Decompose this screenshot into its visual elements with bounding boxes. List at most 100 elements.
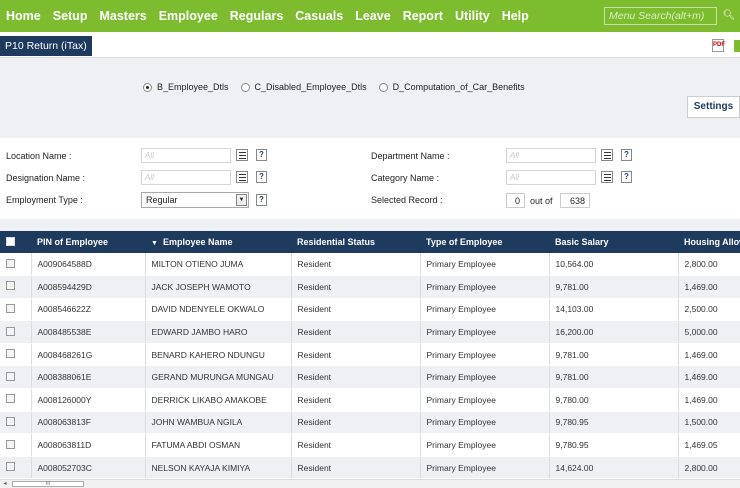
pdf-icon[interactable]: PDF [712,39,725,52]
radio-unselected-icon[interactable] [378,82,388,92]
employment-type-select[interactable]: Regular ▼ [141,192,249,208]
department-list-icon[interactable] [601,149,613,161]
row-checkbox-cell[interactable] [0,456,32,479]
table-row[interactable]: A008546622Z DAVID NDENYELE OKWALO Reside… [0,298,740,322]
cell-residential-status: Resident [291,343,421,367]
cell-basic-salary: 16,200.00 [549,320,679,344]
radio-selected-icon[interactable] [143,82,152,92]
row-checkbox-cell[interactable] [0,298,32,322]
nav-setup[interactable]: Setup [47,0,94,32]
sort-desc-icon[interactable]: ▼ [151,240,158,247]
row-checkbox-cell[interactable] [0,343,32,367]
col-employee-name[interactable]: ▼ Employee Name [145,231,291,253]
nav-employee[interactable]: Employee [153,0,224,32]
selected-count: 0 [506,193,525,208]
cell-type-of-employee: Primary Employee [420,275,550,299]
row-checkbox-cell[interactable] [0,433,32,457]
cell-pin: A008388061E [31,365,146,390]
page-title-tab[interactable]: P10 Return (iTax) [0,36,92,56]
radio-label: D_Computation_of_Car_Benefits [392,82,525,92]
report-type-radio-group: B_Employee_Dtls C_Disabled_Employee_Dtls… [143,82,537,92]
col-basic-salary[interactable]: Basic Salary [549,231,678,253]
nav-utility[interactable]: Utility [449,0,496,32]
table-row[interactable]: A008594429D JACK JOSEPH WAMOTO Resident … [0,275,740,299]
cell-housing-allowance: 5,000.00 [678,320,740,344]
cell-type-of-employee: Primary Employee [420,365,550,390]
location-help-icon[interactable]: ? [256,149,267,161]
nav-casuals[interactable]: Casuals [289,0,349,32]
col-residential-status[interactable]: Residential Status [291,231,420,253]
row-checkbox[interactable] [6,281,15,291]
radio-b-employee-dtls[interactable]: B_Employee_Dtls [143,82,229,92]
category-input[interactable]: All [506,170,596,185]
row-checkbox[interactable] [6,258,15,268]
row-checkbox-cell[interactable] [0,253,32,277]
cell-housing-allowance: 1,500.00 [678,411,740,435]
cell-employee-name: EDWARD JAMBO HARO [145,320,292,344]
nav-regulars[interactable]: Regulars [224,0,290,32]
nav-report[interactable]: Report [397,0,449,32]
nav-help[interactable]: Help [496,0,535,32]
cell-basic-salary: 9,780.00 [549,388,679,412]
designation-input[interactable]: All [141,170,231,185]
cell-employee-name: DAVID NDENYELE OKWALO [145,298,292,322]
export-icon[interactable] [734,40,740,52]
row-checkbox[interactable] [6,394,15,404]
nav-home[interactable]: Home [0,0,47,32]
select-all-cell[interactable] [0,231,31,253]
row-checkbox[interactable] [6,371,15,381]
radio-c-disabled-employee-dtls[interactable]: C_Disabled_Employee_Dtls [240,82,367,92]
cell-employee-name: BENARD KAHERO NDUNGU [145,343,292,367]
row-checkbox-cell[interactable] [0,411,32,435]
table-row[interactable]: A008126000Y DERRICK LIKABO AMAKOBE Resid… [0,388,740,412]
cell-housing-allowance: 1,469.00 [678,275,740,299]
row-checkbox-cell[interactable] [0,320,32,344]
scroll-left-icon[interactable]: ◂ [1,480,9,488]
col-employee-name-label: Employee Name [162,237,233,247]
cell-pin: A008063811D [31,433,146,457]
designation-list-icon[interactable] [236,171,248,183]
search-icon[interactable]: 🔍︎ [720,7,738,25]
category-list-icon[interactable] [601,171,613,183]
location-list-icon[interactable] [236,149,248,161]
col-pin[interactable]: PIN of Employee [31,231,145,253]
row-checkbox-cell[interactable] [0,388,32,412]
col-type-of-employee[interactable]: Type of Employee [420,231,549,253]
radio-d-computation-car-benefits[interactable]: D_Computation_of_Car_Benefits [378,82,525,92]
nav-leave[interactable]: Leave [349,0,396,32]
employment-help-icon[interactable]: ? [256,194,267,206]
table-row[interactable]: A008485538E EDWARD JAMBO HARO Resident P… [0,320,740,344]
horizontal-scrollbar[interactable]: ◂ III [0,479,740,488]
cell-pin: A008126000Y [31,388,146,412]
row-checkbox[interactable] [6,303,15,313]
nav-masters[interactable]: Masters [93,0,152,32]
settings-button[interactable]: Settings [687,96,740,118]
row-checkbox-cell[interactable] [0,275,32,299]
cell-pin: A008485538E [31,320,146,344]
chevron-down-icon[interactable]: ▼ [236,194,247,206]
select-all-checkbox[interactable] [6,236,15,246]
designation-help-icon[interactable]: ? [256,171,267,183]
table-row[interactable]: A008052703C NELSON KAYAJA KIMIYA Residen… [0,456,740,479]
category-help-icon[interactable]: ? [621,171,632,183]
row-checkbox[interactable] [6,326,15,336]
radio-unselected-icon[interactable] [240,82,250,92]
cell-employee-name: MILTON OTIENO JUMA [145,253,292,277]
table-row[interactable]: A008468261G BENARD KAHERO NDUNGU Residen… [0,343,740,367]
table-row[interactable]: A008063811D FATUMA ABDI OSMAN Resident P… [0,433,740,457]
row-checkbox[interactable] [6,462,15,472]
row-checkbox-cell[interactable] [0,365,32,390]
row-checkbox[interactable] [6,416,15,426]
cell-housing-allowance: 1,469.00 [678,388,740,412]
menu-search-input[interactable]: Menu Search(alt+m) [604,7,717,25]
table-row[interactable]: A008388061E GERAND MURUNGA MUNGAU Reside… [0,365,740,390]
scrollbar-thumb[interactable]: III [12,481,84,487]
row-checkbox[interactable] [6,439,15,449]
table-row[interactable]: A009064588D MILTON OTIENO JUMA Resident … [0,253,740,277]
table-row[interactable]: A008063813F JOHN WAMBUA NGILA Resident P… [0,411,740,435]
department-input[interactable]: All [506,148,596,163]
location-input[interactable]: All [141,148,231,163]
department-help-icon[interactable]: ? [621,149,632,161]
col-housing-allowance[interactable]: Housing Allowance [678,231,740,253]
row-checkbox[interactable] [6,349,15,359]
